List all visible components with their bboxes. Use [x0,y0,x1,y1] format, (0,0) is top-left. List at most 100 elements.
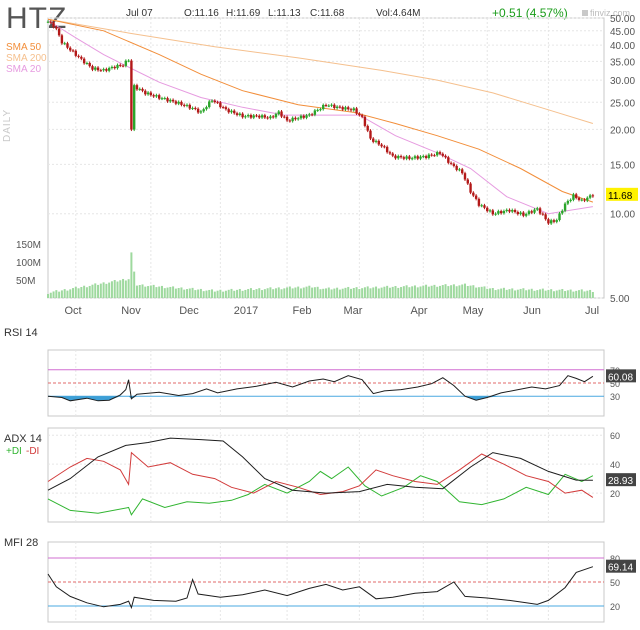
volume-bar [436,286,439,298]
candle-body [327,105,330,107]
candle-body [91,66,94,70]
candle-body [419,156,422,159]
candle-body [174,101,178,104]
volume-bar [113,280,116,298]
candle-body [199,111,203,113]
candle-body [561,210,564,214]
volume-bar [447,286,450,298]
candle-body [469,183,472,193]
volume-tick: 100M [16,258,41,269]
candle-body [258,115,261,118]
volume-bar [47,294,49,298]
volume-bar [561,288,564,298]
candle-body [430,154,433,156]
volume-bar [110,281,113,298]
candle-body [77,55,80,57]
candle-body [341,107,344,110]
volume-bar [144,286,147,298]
candle-body [433,155,436,157]
rsi-title: RSI 14 [4,327,38,339]
candle-body [299,115,303,119]
legend-entry: SMA 20 [6,64,41,75]
candle-body [499,211,503,214]
volume-bar [94,283,97,298]
candle-body [347,107,350,110]
candle-body [216,102,219,104]
candle-body [260,115,264,118]
candle-body [130,60,133,130]
candle-body [158,95,161,99]
volume-bar [186,289,188,298]
candle-body [102,69,105,71]
volume-bar [135,285,138,298]
candle-body [310,114,314,116]
candle-body [96,67,100,71]
volume-bar [469,285,472,298]
candle-body [572,194,575,200]
volume-bar [202,291,205,298]
candle-body [99,70,103,72]
volume-bar [316,286,319,298]
volume-bar [491,288,494,298]
candle-body [330,104,333,106]
legend-entry: SMA 50 [6,42,41,53]
candle-body [121,65,125,67]
volume-bar [261,290,264,298]
adx-y-tick: 60 [610,431,620,441]
volume-bar [394,286,397,298]
volume-bar [477,287,480,298]
candle-body [335,106,339,109]
candle-body [438,152,442,154]
volume-bar [286,287,289,298]
volume-bar [444,284,447,298]
volume-bar [489,288,492,298]
candle-body [383,146,386,148]
volume-bar [158,286,161,298]
volume-bar [519,288,522,298]
volume-bar [497,289,500,298]
candle-body [541,213,545,215]
candle-body [324,104,328,106]
candle-body [271,116,275,118]
volume-bar [97,284,100,298]
volume-bar [241,290,244,298]
candle-body [60,35,64,44]
volume-bar [375,286,378,298]
volume-bar [450,285,453,298]
candle-body [191,107,194,109]
candle-body [494,213,497,215]
volume-bar [63,289,66,298]
volume-bar [183,289,186,298]
volume-bar [327,287,330,298]
candle-body [277,111,280,115]
candle-body [94,67,97,70]
candle-body [369,130,372,139]
volume-bar [138,285,141,298]
adx-legend-minus-di: -DI [26,446,39,457]
volume-bar [325,288,327,298]
volume-bar [486,288,489,298]
rsi-oversold-fill [48,396,593,401]
candle-body [408,156,411,159]
month-label: Jun [523,305,541,317]
volume-bar [383,286,386,298]
volume-bar [430,285,433,298]
volume-bar [427,286,430,298]
volume-bar [199,288,202,298]
volume-bar [369,288,372,298]
candle-body [480,205,483,207]
volume-bar [127,279,130,298]
price-y-tick: 50.00 [610,14,635,25]
price-y-tick: 20.00 [610,125,635,136]
volume-bar [425,284,428,298]
volume-bar [149,285,152,298]
candle-body [583,199,586,201]
volume-bar [347,286,350,298]
candle-body [447,157,450,163]
candle-body [269,116,272,119]
mfi-y-tick: 50 [610,578,620,588]
candle-body [241,113,244,118]
candle-body [533,209,536,213]
volume-bar [502,287,505,298]
candle-body [513,209,517,212]
